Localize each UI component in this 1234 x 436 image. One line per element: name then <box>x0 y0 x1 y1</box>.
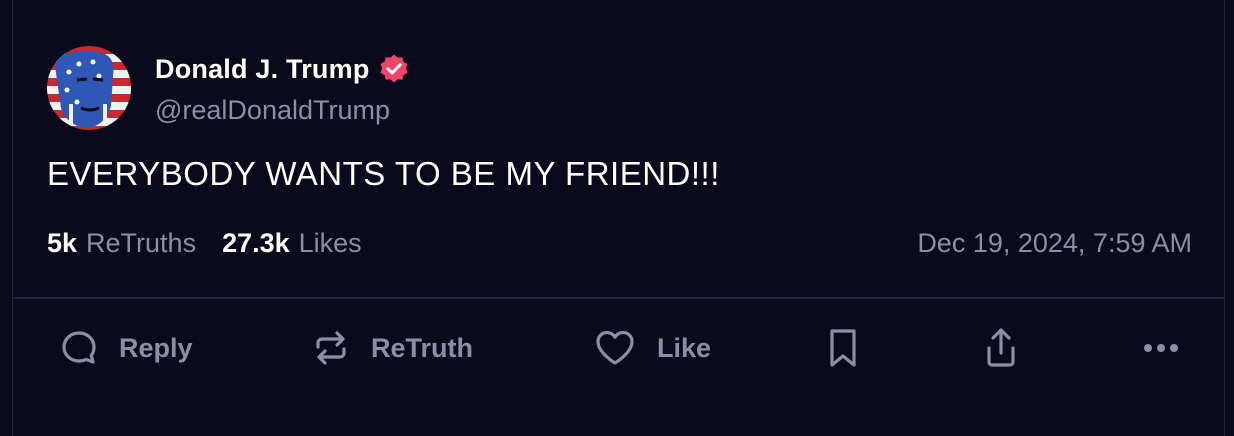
more-button[interactable] <box>1139 326 1183 370</box>
post-timestamp[interactable]: Dec 19, 2024, 7:59 AM <box>917 224 1192 262</box>
post-stats: 5k ReTruths 27.3k Likes <box>47 224 362 262</box>
retruth-icon <box>311 328 351 368</box>
retruth-label: ReTruth <box>371 332 474 363</box>
more-icon <box>1139 338 1183 358</box>
post-card: Donald J. Trump @realDonaldTrump EVERYBO… <box>12 0 1225 436</box>
retruths-stat[interactable]: 5k ReTruths <box>47 228 196 259</box>
reply-button[interactable]: Reply <box>59 326 193 370</box>
author-name-row[interactable]: Donald J. Trump <box>155 50 410 88</box>
likes-stat[interactable]: 27.3k Likes <box>222 228 362 259</box>
bookmark-button[interactable] <box>825 326 861 370</box>
divider <box>13 297 1224 299</box>
avatar[interactable] <box>47 46 131 130</box>
author-handle[interactable]: @realDonaldTrump <box>155 95 390 126</box>
retruths-label: ReTruths <box>86 227 197 258</box>
post-text: EVERYBODY WANTS TO BE MY FRIEND!!! <box>47 155 720 192</box>
like-button[interactable]: Like <box>593 326 711 370</box>
bookmark-icon <box>825 326 861 370</box>
share-button[interactable] <box>981 326 1021 370</box>
like-label: Like <box>657 332 712 363</box>
reply-icon <box>59 328 99 368</box>
share-icon <box>981 326 1021 370</box>
author-name[interactable]: Donald J. Trump <box>155 54 370 85</box>
heart-icon <box>593 328 637 368</box>
likes-count: 27.3k <box>222 227 290 258</box>
reply-label: Reply <box>119 332 193 363</box>
retruths-count: 5k <box>47 227 78 258</box>
likes-label: Likes <box>298 227 362 258</box>
verified-icon <box>378 53 410 85</box>
retruth-button[interactable]: ReTruth <box>311 326 473 370</box>
